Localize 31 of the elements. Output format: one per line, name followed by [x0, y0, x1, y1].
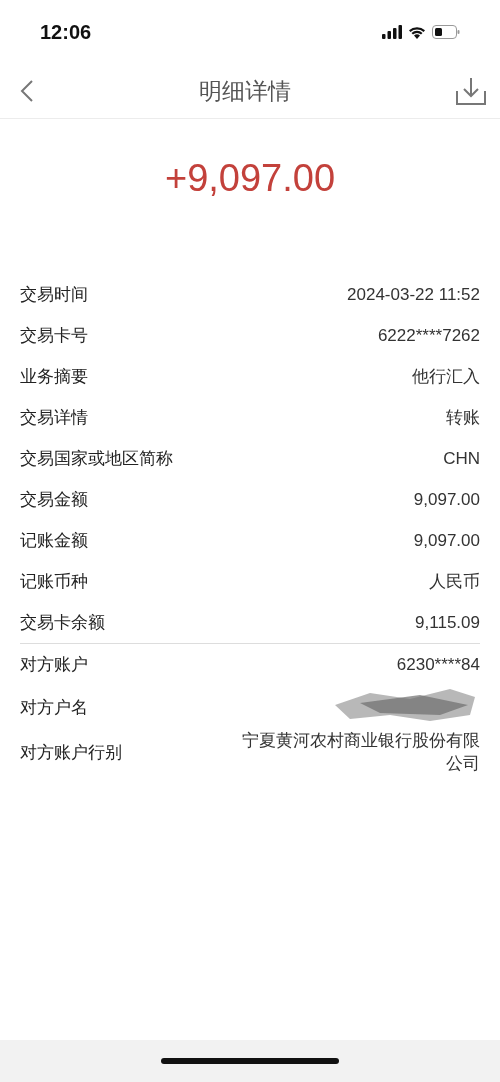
field-label: 对方账户: [20, 654, 88, 676]
field-label: 交易国家或地区简称: [20, 448, 173, 470]
field-label: 对方户名: [20, 696, 88, 719]
field-value: 宁夏黄河农村商业银行股份有限公司: [241, 730, 480, 775]
field-value: 2024-03-22 11:52: [347, 284, 480, 305]
wifi-icon: [408, 25, 426, 39]
field-label: 记账金额: [20, 530, 88, 552]
battery-icon: [432, 25, 460, 39]
field-label: 交易卡号: [20, 325, 88, 347]
field-value: 9,115.09: [415, 612, 480, 633]
status-time: 12:06: [40, 20, 92, 44]
field-label: 记账币种: [20, 571, 88, 593]
field-value: 9,097.00: [413, 530, 480, 551]
signal-icon: [382, 25, 402, 39]
back-icon[interactable]: [20, 79, 34, 103]
amount: +9,097.00: [163, 157, 337, 200]
field-label: 交易时间: [20, 284, 88, 306]
field-value: 人民币: [429, 571, 480, 593]
field-value: 6222****7262: [377, 325, 480, 346]
field-label: 对方账户行别: [20, 741, 122, 764]
field-label: 交易卡余额: [20, 612, 105, 634]
field-value: 转账: [446, 407, 480, 429]
field-value: 他行汇入: [412, 366, 480, 388]
field-label: 业务摘要: [20, 366, 88, 388]
field-value: CHN: [443, 448, 480, 469]
field-label: 交易详情: [20, 407, 88, 429]
download-icon[interactable]: [456, 77, 486, 105]
page-title: 明细详情: [199, 76, 291, 106]
field-value: 6230****84: [396, 654, 480, 675]
field-value: 9,097.00: [413, 489, 480, 510]
field-label: 交易金额: [20, 489, 88, 511]
